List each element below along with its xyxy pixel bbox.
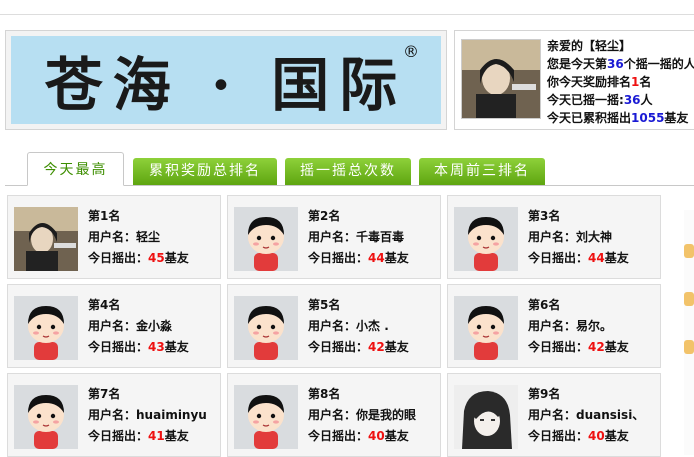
- today-count-line: 今日摇出：44基友: [308, 251, 409, 265]
- username-value[interactable]: 易尔。: [576, 319, 612, 333]
- ranking-info: 第2名用户名：千毒百毒 今日摇出：44基友: [308, 206, 409, 269]
- username-value[interactable]: duansisi、: [576, 408, 644, 422]
- rank-label: 第7名: [88, 387, 121, 401]
- today-count-line: 今日摇出：44基友: [528, 251, 629, 265]
- ranking-card[interactable]: 第7名用户名：huaiminyu 今日摇出：41基友: [7, 373, 221, 457]
- user-rank-line: 你今天奖励排名1名: [547, 75, 652, 89]
- today-count-line: 今日摇出：40基友: [528, 429, 629, 443]
- default-avatar[interactable]: [14, 296, 78, 360]
- username-line: 用户名：轻尘: [88, 230, 161, 244]
- ranking-card[interactable]: 第1名用户名：轻尘今日摇出：45基友: [7, 195, 221, 279]
- username-value[interactable]: 千毒百毒: [356, 230, 404, 244]
- shake-count-line: 今天已摇一摇:36人: [547, 93, 653, 107]
- ranking-info: 第8名用户名：你是我的眼 今日摇出：40基友: [308, 384, 416, 447]
- today-count-value: 42: [588, 340, 605, 354]
- ranking-info: 第4名用户名：金小淼今日摇出：43基友: [88, 295, 189, 358]
- ranking-card[interactable]: 第9名用户名：duansisi、 今日摇出：40基友: [447, 373, 661, 457]
- today-count-value: 44: [588, 251, 605, 265]
- rank-label: 第9名: [528, 387, 561, 401]
- ranking-card[interactable]: 第4名用户名：金小淼今日摇出：43基友: [7, 284, 221, 368]
- username-value[interactable]: 小杰 .: [356, 319, 389, 333]
- today-count-line: 今日摇出：42基友: [308, 340, 409, 354]
- username-line: 用户名：duansisi、: [528, 408, 645, 422]
- ranking-card[interactable]: 第5名用户名：小杰 . 今日摇出：42基友: [227, 284, 441, 368]
- banner: 苍海 · 国际 ®: [11, 36, 441, 124]
- ranking-info: 第6名用户名：易尔。今日摇出：42基友: [528, 295, 629, 358]
- ranking-info: 第5名用户名：小杰 . 今日摇出：42基友: [308, 295, 409, 358]
- today-count-value: 45: [148, 251, 165, 265]
- username-value[interactable]: 刘大神: [576, 230, 612, 244]
- banner-frame: 苍海 · 国际 ®: [5, 30, 447, 130]
- today-count-value: 43: [148, 340, 165, 354]
- photo-avatar[interactable]: [14, 207, 78, 271]
- rank-label: 第2名: [308, 209, 341, 223]
- today-count-value: 42: [368, 340, 385, 354]
- ranking-tabs: 今天最高 累积奖励总排名 摇一摇总次数 本周前三排名: [5, 152, 694, 188]
- default-avatar[interactable]: [454, 207, 518, 271]
- today-count-line: 今日摇出：42基友: [528, 340, 629, 354]
- username-line: 用户名：易尔。: [528, 319, 613, 333]
- default-avatar[interactable]: [234, 385, 298, 449]
- decor-mark: [684, 244, 694, 258]
- today-count-value: 44: [368, 251, 385, 265]
- username-value[interactable]: 金小淼: [136, 319, 172, 333]
- tab-shake-total[interactable]: 摇一摇总次数: [285, 158, 411, 185]
- user-panel: 亲爱的【轻尘】 您是今天第36个摇一摇的人 你今天奖励排名1名 今天已摇一摇:3…: [454, 30, 694, 130]
- registered-mark: ®: [403, 42, 419, 61]
- side-decoration: [684, 210, 694, 455]
- username-value[interactable]: huaiminyu: [136, 408, 207, 422]
- user-avatar: [461, 39, 541, 119]
- rank-label: 第5名: [308, 298, 341, 312]
- default-avatar[interactable]: [234, 296, 298, 360]
- ranking-info: 第9名用户名：duansisi、 今日摇出：40基友: [528, 384, 644, 447]
- username-value[interactable]: 你是我的眼: [356, 408, 416, 422]
- user-greeting: 亲爱的【轻尘】: [547, 39, 632, 53]
- username-line: 用户名：你是我的眼: [308, 408, 417, 422]
- today-count-line: 今日摇出：40基友: [308, 429, 409, 443]
- today-count-line: 今日摇出：41基友: [88, 429, 189, 443]
- rank-label: 第4名: [88, 298, 121, 312]
- today-count-value: 41: [148, 429, 165, 443]
- decor-mark: [684, 340, 694, 354]
- ranking-info: 第3名用户名：刘大神今日摇出：44基友: [528, 206, 629, 269]
- default-avatar[interactable]: [454, 296, 518, 360]
- tab-weekly-top3[interactable]: 本周前三排名: [419, 158, 545, 185]
- user-visitor-line: 您是今天第36个摇一摇的人: [547, 57, 694, 71]
- today-count-value: 40: [588, 429, 605, 443]
- accumulated-line: 今天已累积摇出1055基友: [547, 111, 689, 125]
- rank-label: 第3名: [528, 209, 561, 223]
- decor-mark: [684, 292, 694, 306]
- ranking-card[interactable]: 第3名用户名：刘大神今日摇出：44基友: [447, 195, 661, 279]
- rank-label: 第8名: [308, 387, 341, 401]
- ranking-info: 第7名用户名：huaiminyu 今日摇出：41基友: [88, 384, 207, 447]
- user-stats: 亲爱的【轻尘】 您是今天第36个摇一摇的人 你今天奖励排名1名 今天已摇一摇:3…: [547, 37, 694, 127]
- today-count-value: 40: [368, 429, 385, 443]
- username-line: 用户名：千毒百毒: [308, 230, 405, 244]
- ranking-card[interactable]: 第2名用户名：千毒百毒 今日摇出：44基友: [227, 195, 441, 279]
- ranking-card[interactable]: 第8名用户名：你是我的眼 今日摇出：40基友: [227, 373, 441, 457]
- username-line: 用户名：huaiminyu: [88, 408, 207, 422]
- top-divider: [0, 14, 694, 15]
- rank-label: 第1名: [88, 209, 121, 223]
- ranking-info: 第1名用户名：轻尘今日摇出：45基友: [88, 206, 189, 269]
- rank-label: 第6名: [528, 298, 561, 312]
- default-avatar[interactable]: [234, 207, 298, 271]
- username-value[interactable]: 轻尘: [136, 230, 160, 244]
- tab-today-highest[interactable]: 今天最高: [27, 152, 124, 186]
- banner-logo-text: 苍海 · 国际: [44, 51, 408, 119]
- tab-cumulative-reward[interactable]: 累积奖励总排名: [133, 158, 277, 185]
- today-count-line: 今日摇出：45基友: [88, 251, 189, 265]
- ranking-card[interactable]: 第6名用户名：易尔。今日摇出：42基友: [447, 284, 661, 368]
- username-line: 用户名：小杰 .: [308, 319, 389, 333]
- username-line: 用户名：刘大神: [528, 230, 613, 244]
- default-avatar[interactable]: [14, 385, 78, 449]
- username-line: 用户名：金小淼: [88, 319, 173, 333]
- anime-avatar[interactable]: [454, 385, 518, 449]
- today-count-line: 今日摇出：43基友: [88, 340, 189, 354]
